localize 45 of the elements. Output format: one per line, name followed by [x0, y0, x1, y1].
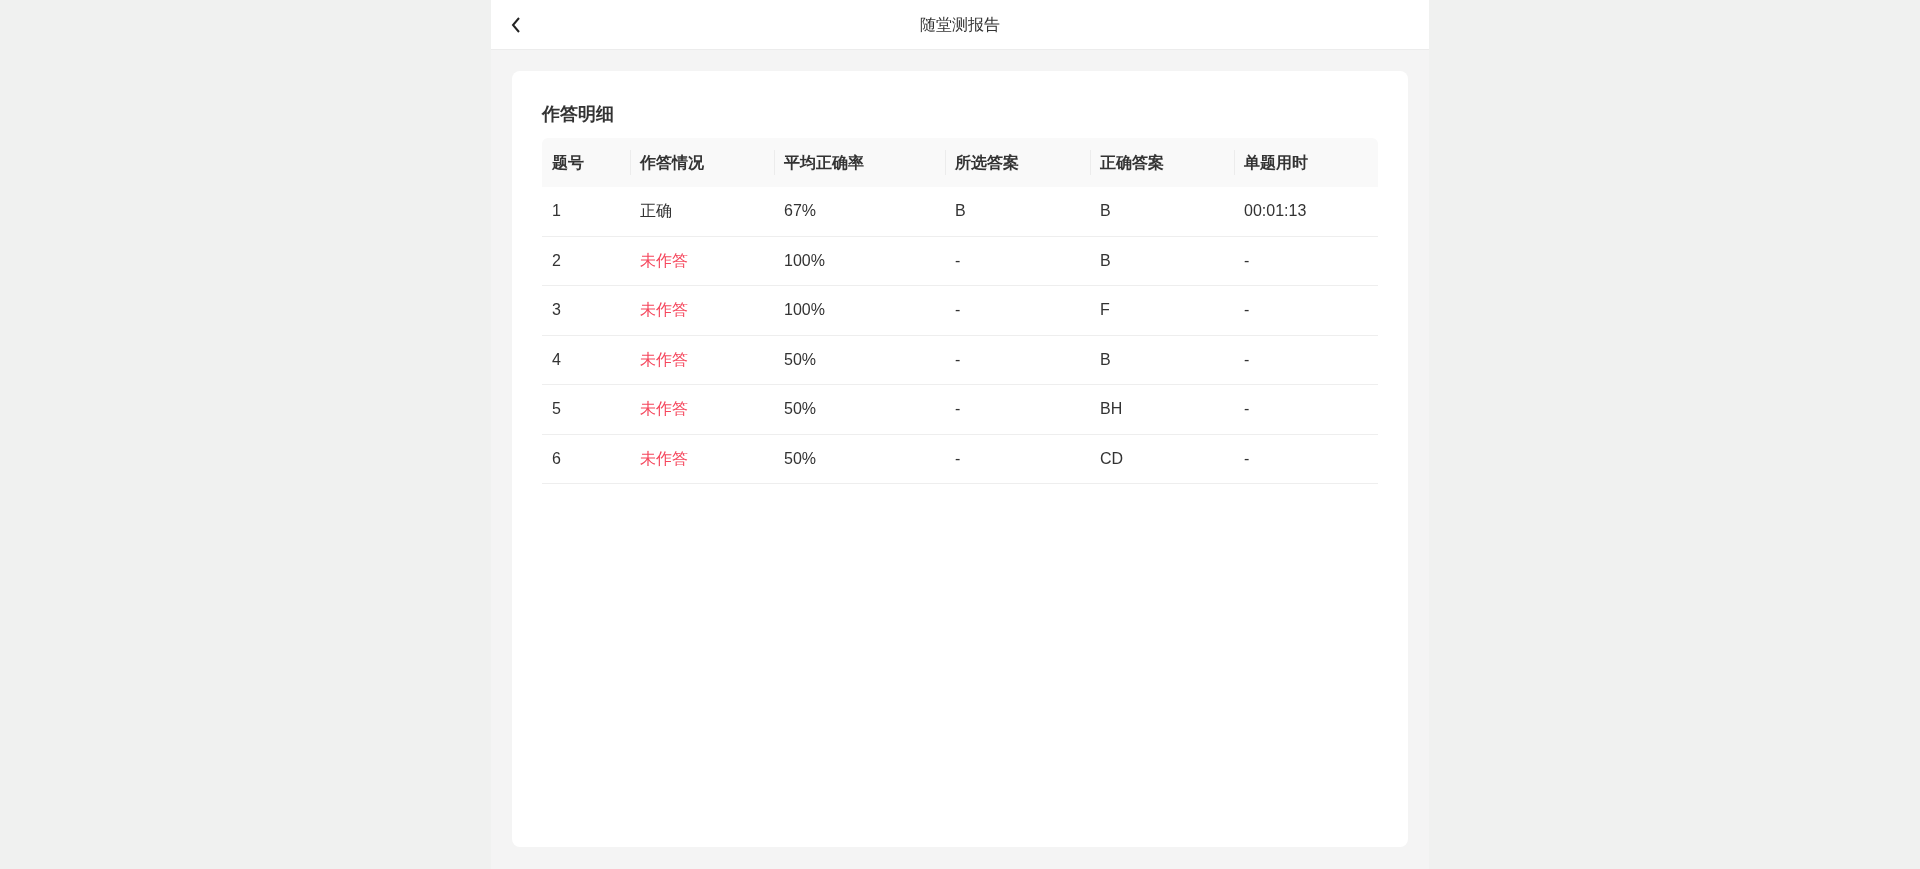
table-cell-text: - [1244, 349, 1250, 370]
table-cell-text: - [1244, 448, 1250, 469]
table-cell-text: - [955, 448, 961, 469]
table-cell-text: B [955, 201, 966, 222]
status-text: 未作答 [640, 448, 688, 469]
back-icon [510, 16, 522, 34]
table-cell-text: - [955, 399, 961, 420]
table-cell-text: 100% [784, 300, 825, 321]
status-text: 正确 [640, 201, 672, 222]
table-cell-text: 6 [552, 448, 561, 469]
table-cell-text: 4 [552, 349, 561, 370]
column-header: 作答情况 [640, 152, 704, 173]
table-cell-text: B [1100, 250, 1111, 271]
column-header: 正确答案 [1100, 152, 1164, 173]
table-cell-text: 2 [552, 250, 561, 271]
column-header: 题号 [552, 152, 584, 173]
column-header: 单题用时 [1244, 152, 1308, 173]
status-text: 未作答 [640, 300, 688, 321]
section-title: 作答明细 [542, 103, 615, 126]
table-cell-text: - [955, 300, 961, 321]
table-cell-text: - [1244, 399, 1250, 420]
table-cell-text: B [1100, 349, 1111, 370]
table-cell-text: - [955, 250, 961, 271]
page-title: 随堂测报告 [920, 14, 1000, 35]
status-text: 未作答 [640, 349, 688, 370]
table-cell-text: 50% [784, 448, 817, 469]
table-cell-text: 100% [784, 250, 825, 271]
table-cell-text: B [1100, 201, 1111, 222]
column-header: 所选答案 [955, 152, 1019, 173]
status-text: 未作答 [640, 399, 688, 420]
table-cell-text: F [1100, 300, 1110, 321]
table-cell-text: - [955, 349, 961, 370]
table-cell-text: - [1244, 250, 1250, 271]
table-cell-text: 00:01:13 [1244, 201, 1307, 222]
table-cell-text: 3 [552, 300, 561, 321]
table-cell-text: 5 [552, 399, 561, 420]
table-cell-text: BH [1100, 399, 1123, 420]
table-cell-text: - [1244, 300, 1250, 321]
table-cell-text: 50% [784, 399, 817, 420]
table-cell-text: 1 [552, 201, 561, 222]
column-header: 平均正确率 [784, 152, 864, 173]
table-cell-text: 67% [784, 201, 817, 222]
status-text: 未作答 [640, 250, 688, 271]
table-cell-text: CD [1100, 448, 1124, 469]
table-cell-text: 50% [784, 349, 817, 370]
